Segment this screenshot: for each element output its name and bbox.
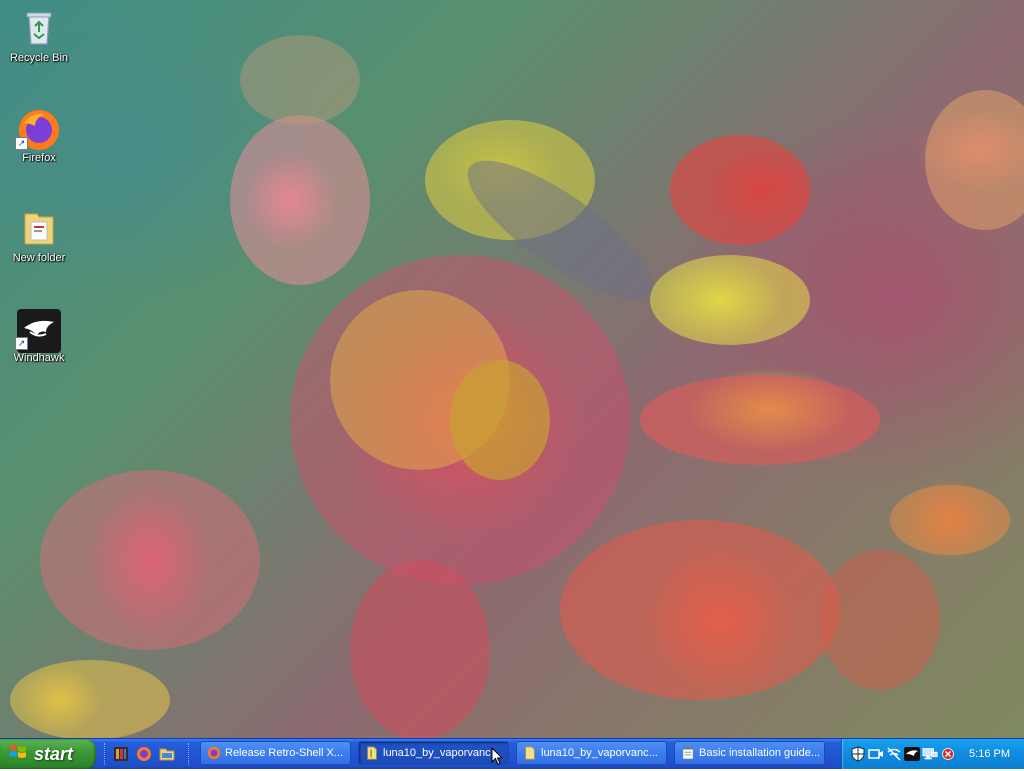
firefox-icon: ↗ <box>15 108 59 150</box>
desktop-icon-label: New folder <box>12 252 66 264</box>
video-icon[interactable] <box>868 746 884 762</box>
recycle-bin-icon <box>19 8 59 48</box>
start-button[interactable]: start <box>0 739 96 769</box>
shortcut-arrow-icon: ↗ <box>15 337 28 350</box>
desktop-icon-label: Firefox <box>22 152 56 164</box>
quick-launch <box>112 742 176 766</box>
folder-icon <box>523 746 537 760</box>
taskbar-separator <box>188 743 192 765</box>
mouse-cursor-icon <box>491 746 504 771</box>
folder-icon <box>365 746 379 760</box>
desktop-icon-firefox[interactable]: ↗ Firefox <box>1 108 77 164</box>
taskbar-separator <box>104 743 108 765</box>
taskbar-button[interactable]: Release Retro-Shell X... <box>200 741 351 765</box>
taskbar-button[interactable]: luna10_by_vaporvanc... <box>516 741 667 765</box>
desktop-wallpaper <box>0 0 1024 738</box>
desktop-icon-recycle-bin[interactable]: Recycle Bin <box>1 8 77 64</box>
windhawk-icon: ↗ <box>15 308 61 353</box>
firefox-icon <box>207 746 221 760</box>
folder-icon <box>19 208 59 248</box>
network-icon[interactable] <box>922 746 938 762</box>
app-icon[interactable] <box>112 745 130 763</box>
explorer-icon[interactable] <box>158 745 176 763</box>
start-label: start <box>34 743 74 764</box>
wifi-off-icon[interactable] <box>886 746 902 762</box>
clock[interactable]: 5:16 PM <box>969 748 1010 760</box>
windows-flag-icon <box>8 742 28 767</box>
notepad-icon <box>681 746 695 760</box>
taskbar: start Release Retro-Shell X... luna10_by… <box>0 738 1024 769</box>
volume-muted-icon[interactable] <box>940 746 956 762</box>
desktop-icon-label: Recycle Bin <box>9 52 69 64</box>
shortcut-arrow-icon: ↗ <box>15 137 28 150</box>
desktop-icon-windhawk[interactable]: ↗ Windhawk <box>1 308 77 364</box>
shield-icon[interactable] <box>850 746 866 762</box>
desktop-icon-new-folder[interactable]: New folder <box>1 208 77 264</box>
taskbar-button[interactable]: Basic installation guide... <box>674 741 825 765</box>
taskbar-button[interactable]: luna10_by_vaporvanc... <box>358 741 509 765</box>
wallpaper-art <box>10 35 1024 738</box>
taskbar-button-label: luna10_by_vaporvanc... <box>541 747 658 759</box>
taskbar-button-label: Release Retro-Shell X... <box>225 747 343 759</box>
system-tray: 5:16 PM <box>841 739 1024 769</box>
taskbar-button-label: luna10_by_vaporvanc... <box>383 747 500 759</box>
firefox-icon[interactable] <box>135 745 153 763</box>
eagle-icon[interactable] <box>904 746 920 762</box>
taskbar-button-label: Basic installation guide... <box>699 747 821 759</box>
